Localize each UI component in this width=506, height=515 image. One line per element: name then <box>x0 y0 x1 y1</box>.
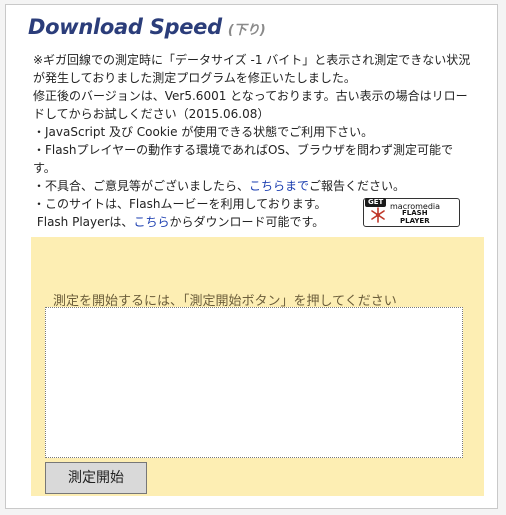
title-sub: (下り) <box>227 23 266 38</box>
notice-line-fix: ※ギガ回線での測定時に「データサイズ -1 バイト」と表示され測定できない状況が… <box>33 53 471 85</box>
player-pre: Flash Playerは、 <box>36 215 134 229</box>
notice-line-version: 修正後のバージョンは、Ver5.6001 となっております。古い表示の場合はリロ… <box>33 89 468 121</box>
badge-get: GET <box>365 198 387 207</box>
report-pre: ・不具合、ご意見等がございましたら、 <box>33 179 250 193</box>
player-link[interactable]: こちら <box>133 215 169 229</box>
get-flash-player-badge[interactable]: GET macromedia FLASH PLAYER <box>363 198 460 227</box>
player-post: からダウンロード可能です。 <box>169 215 325 229</box>
report-post: ご報告ください。 <box>309 179 406 193</box>
title-main: Download Speed <box>28 15 222 39</box>
badge-product: FLASH PLAYER <box>400 209 430 225</box>
badge-product-line2: PLAYER <box>400 216 430 225</box>
measure-output-area <box>45 307 463 458</box>
report-link[interactable]: こちらまで <box>249 179 309 193</box>
notice-bullet-flash: ・Flashプレイヤーの動作する環境であればOS、ブラウザを問わず測定可能です。 <box>33 143 454 175</box>
measure-panel: 測定を開始するには、「測定開始ボタン」を押してください 測定開始 <box>31 237 484 496</box>
flash-star-icon <box>371 207 385 223</box>
notice-bullet-js: ・JavaScript 及び Cookie が使用できる状態でご利用下さい。 <box>33 125 374 139</box>
start-measure-button[interactable]: 測定開始 <box>45 462 147 494</box>
page-title: Download Speed (下り) <box>28 15 266 39</box>
notice-bullet-report: ・不具合、ご意見等がございましたら、こちらまでご報告ください。 <box>33 177 473 195</box>
speedtest-frame: Download Speed (下り) ※ギガ回線での測定時に「データサイズ -1… <box>5 4 498 509</box>
